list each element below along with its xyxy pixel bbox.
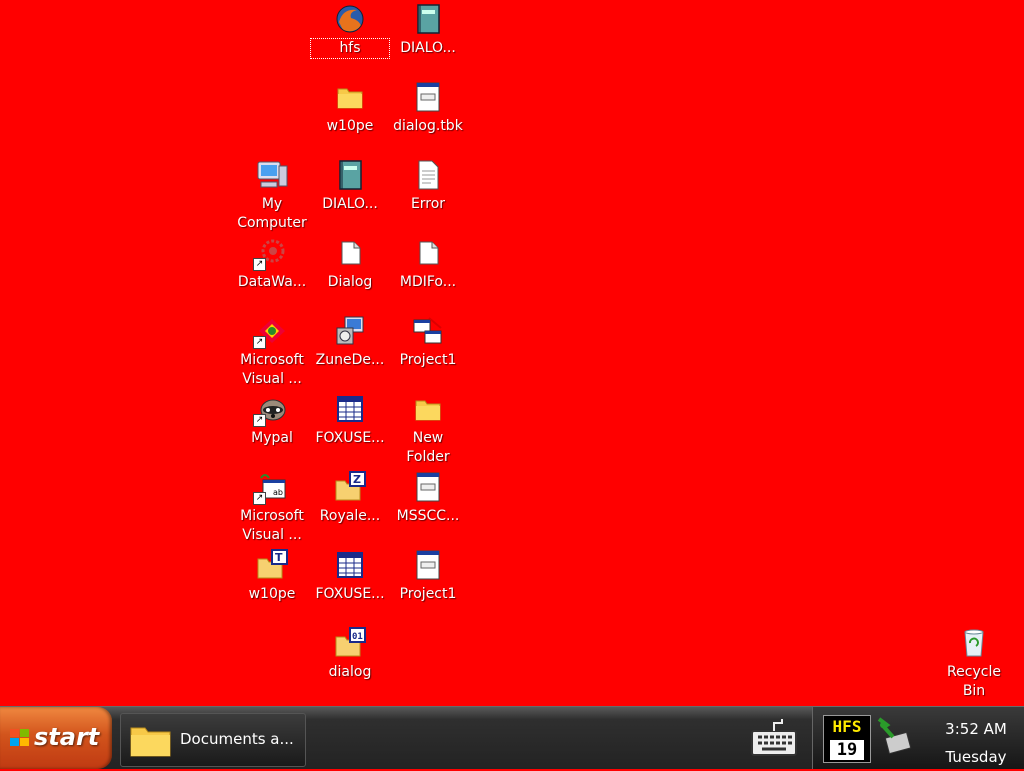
icon-label: Royale...	[319, 508, 381, 524]
icon-label: hfs	[310, 38, 390, 59]
icon-label: ZuneDe...	[315, 352, 385, 368]
notebook-file-icon	[411, 2, 445, 36]
shortcut-arrow-icon: ↗	[253, 258, 266, 271]
raccoon-browser-icon: ↗	[253, 392, 289, 427]
clock-day: Tuesday	[945, 748, 1007, 766]
desktop-icon-mypal[interactable]: ↗ Mypal	[233, 392, 311, 448]
icon-label: Dialog	[327, 274, 373, 290]
text-folder-icon: T	[255, 548, 289, 582]
icon-label: w10pe	[248, 586, 296, 602]
icon-label: MSSCC...	[396, 508, 460, 524]
desktop-icon-hfs[interactable]: hfs	[310, 2, 390, 59]
hfs-tray-day: 19	[830, 740, 864, 760]
desktop-icon-dialo-2[interactable]: DIALO...	[311, 158, 389, 214]
desktop-icon-dialo-1[interactable]: DIALO...	[389, 2, 467, 58]
taskbar-button-label: Documents a...	[180, 730, 294, 748]
window-app-icon	[411, 80, 445, 114]
taskbar-button-documents[interactable]: Documents a...	[120, 713, 306, 767]
desktop-icon-msscc[interactable]: MSSCC...	[389, 470, 467, 526]
svg-text:ab: ab	[273, 488, 283, 497]
desktop-icon-mdifo[interactable]: MDIFo...	[389, 236, 467, 292]
desktop-icon-foxuse-1[interactable]: FOXUSE...	[311, 392, 389, 448]
hfs-tray-label: HFS	[832, 717, 862, 736]
compressed-folder-icon: Z	[333, 470, 367, 504]
svg-text:Z: Z	[353, 473, 361, 486]
folder-icon	[333, 80, 367, 114]
folder-icon	[411, 392, 445, 426]
icon-label: w10pe	[326, 118, 374, 134]
shortcut-arrow-icon: ↗	[253, 336, 266, 349]
windows-logo-icon	[10, 729, 30, 747]
shortcut-arrow-icon: ↗	[253, 492, 266, 505]
icon-label: dialog.tbk	[393, 118, 463, 134]
desktop-icon-project1-b[interactable]: Project1	[389, 548, 467, 604]
start-button[interactable]: start	[0, 707, 112, 769]
icon-label: New Folder	[406, 430, 450, 465]
desktop-icon-my-computer[interactable]: My Computer	[233, 158, 311, 233]
visual-basic-icon: ab ↗	[253, 470, 289, 505]
clock-time: 3:52 AM	[945, 720, 1007, 738]
firefox-like-browser-icon	[333, 2, 367, 36]
desktop-icon-royale[interactable]: Z Royale...	[311, 470, 389, 526]
notebook-file-icon	[333, 158, 367, 192]
desktop-icon-ms-visual-1[interactable]: ↗ Microsoft Visual ...	[233, 314, 311, 389]
desktop-icon-new-folder[interactable]: New Folder	[389, 392, 467, 467]
desktop-icon-ms-visual-2[interactable]: ab ↗ Microsoft Visual ...	[233, 470, 311, 545]
icon-label: Microsoft Visual ...	[240, 508, 304, 543]
icon-label: MDIFo...	[399, 274, 457, 290]
network-connection-icon[interactable]	[873, 715, 917, 759]
desktop-icon-w10pe-t[interactable]: T w10pe	[233, 548, 311, 604]
icon-label: Microsoft Visual ...	[240, 352, 304, 387]
desktop-icon-dialog-tbk[interactable]: dialog.tbk	[389, 80, 467, 136]
installer-icon	[333, 314, 367, 348]
keyboard-icon[interactable]	[750, 717, 798, 757]
desktop-icon-recycle-bin[interactable]: Recycle Bin	[935, 626, 1013, 701]
system-tray: HFS 19 3:52 AM Tuesday	[812, 707, 1024, 769]
hfs-tray-icon[interactable]: HFS 19	[823, 715, 871, 763]
shortcut-arrow-icon: ↗	[253, 414, 266, 427]
icon-label: Recycle Bin	[947, 664, 1001, 699]
icon-label: FOXUSE...	[315, 430, 385, 446]
icon-label: DIALO...	[322, 196, 378, 212]
table-file-icon	[333, 392, 367, 426]
desktop-icon-foxuse-2[interactable]: FOXUSE...	[311, 548, 389, 604]
clock[interactable]: 3:52 AM Tuesday	[931, 715, 1021, 771]
desktop-icon-w10pe-folder[interactable]: w10pe	[311, 80, 389, 136]
blank-document-icon	[333, 236, 367, 270]
desktop-icon-dialog-doc[interactable]: Dialog	[311, 236, 389, 292]
taskbar: start Documents a... HFS 19 3:52 AM Tues…	[0, 706, 1024, 769]
icon-label: DataWa...	[237, 274, 307, 290]
desktop: hfs DIALO... w10pe dialog.tbk My Compute…	[0, 0, 1024, 706]
icon-label: Mypal	[251, 430, 293, 446]
icon-label: Project1	[399, 586, 457, 602]
icon-label: My Computer	[237, 196, 307, 231]
desktop-icon-dialog-folder[interactable]: 01 dialog	[311, 626, 389, 682]
svg-text:T: T	[275, 551, 283, 564]
binary-folder-icon: 01	[333, 626, 367, 660]
desktop-icon-datawa[interactable]: ↗ DataWa...	[233, 236, 311, 292]
blank-document-icon	[411, 236, 445, 270]
visual-studio-icon: ↗	[253, 314, 289, 349]
icon-label: Project1	[399, 352, 457, 368]
desktop-icon-zunede[interactable]: ZuneDe...	[311, 314, 389, 370]
icon-label: Error	[410, 196, 446, 212]
window-app-icon	[411, 548, 445, 582]
recycle-bin-icon	[957, 626, 991, 660]
my-computer-icon	[255, 158, 289, 192]
svg-text:01: 01	[352, 632, 363, 642]
start-label: start	[34, 723, 100, 751]
datawa-app-icon: ↗	[253, 236, 289, 271]
project-icon	[411, 314, 445, 348]
window-app-icon	[411, 470, 445, 504]
folder-icon	[129, 722, 173, 758]
icon-label: DIALO...	[400, 40, 456, 56]
icon-label: FOXUSE...	[315, 586, 385, 602]
desktop-icon-error[interactable]: Error	[389, 158, 467, 214]
desktop-icon-project1-a[interactable]: Project1	[389, 314, 467, 370]
table-file-icon	[333, 548, 367, 582]
text-document-icon	[411, 158, 445, 192]
icon-label: dialog	[328, 664, 372, 680]
